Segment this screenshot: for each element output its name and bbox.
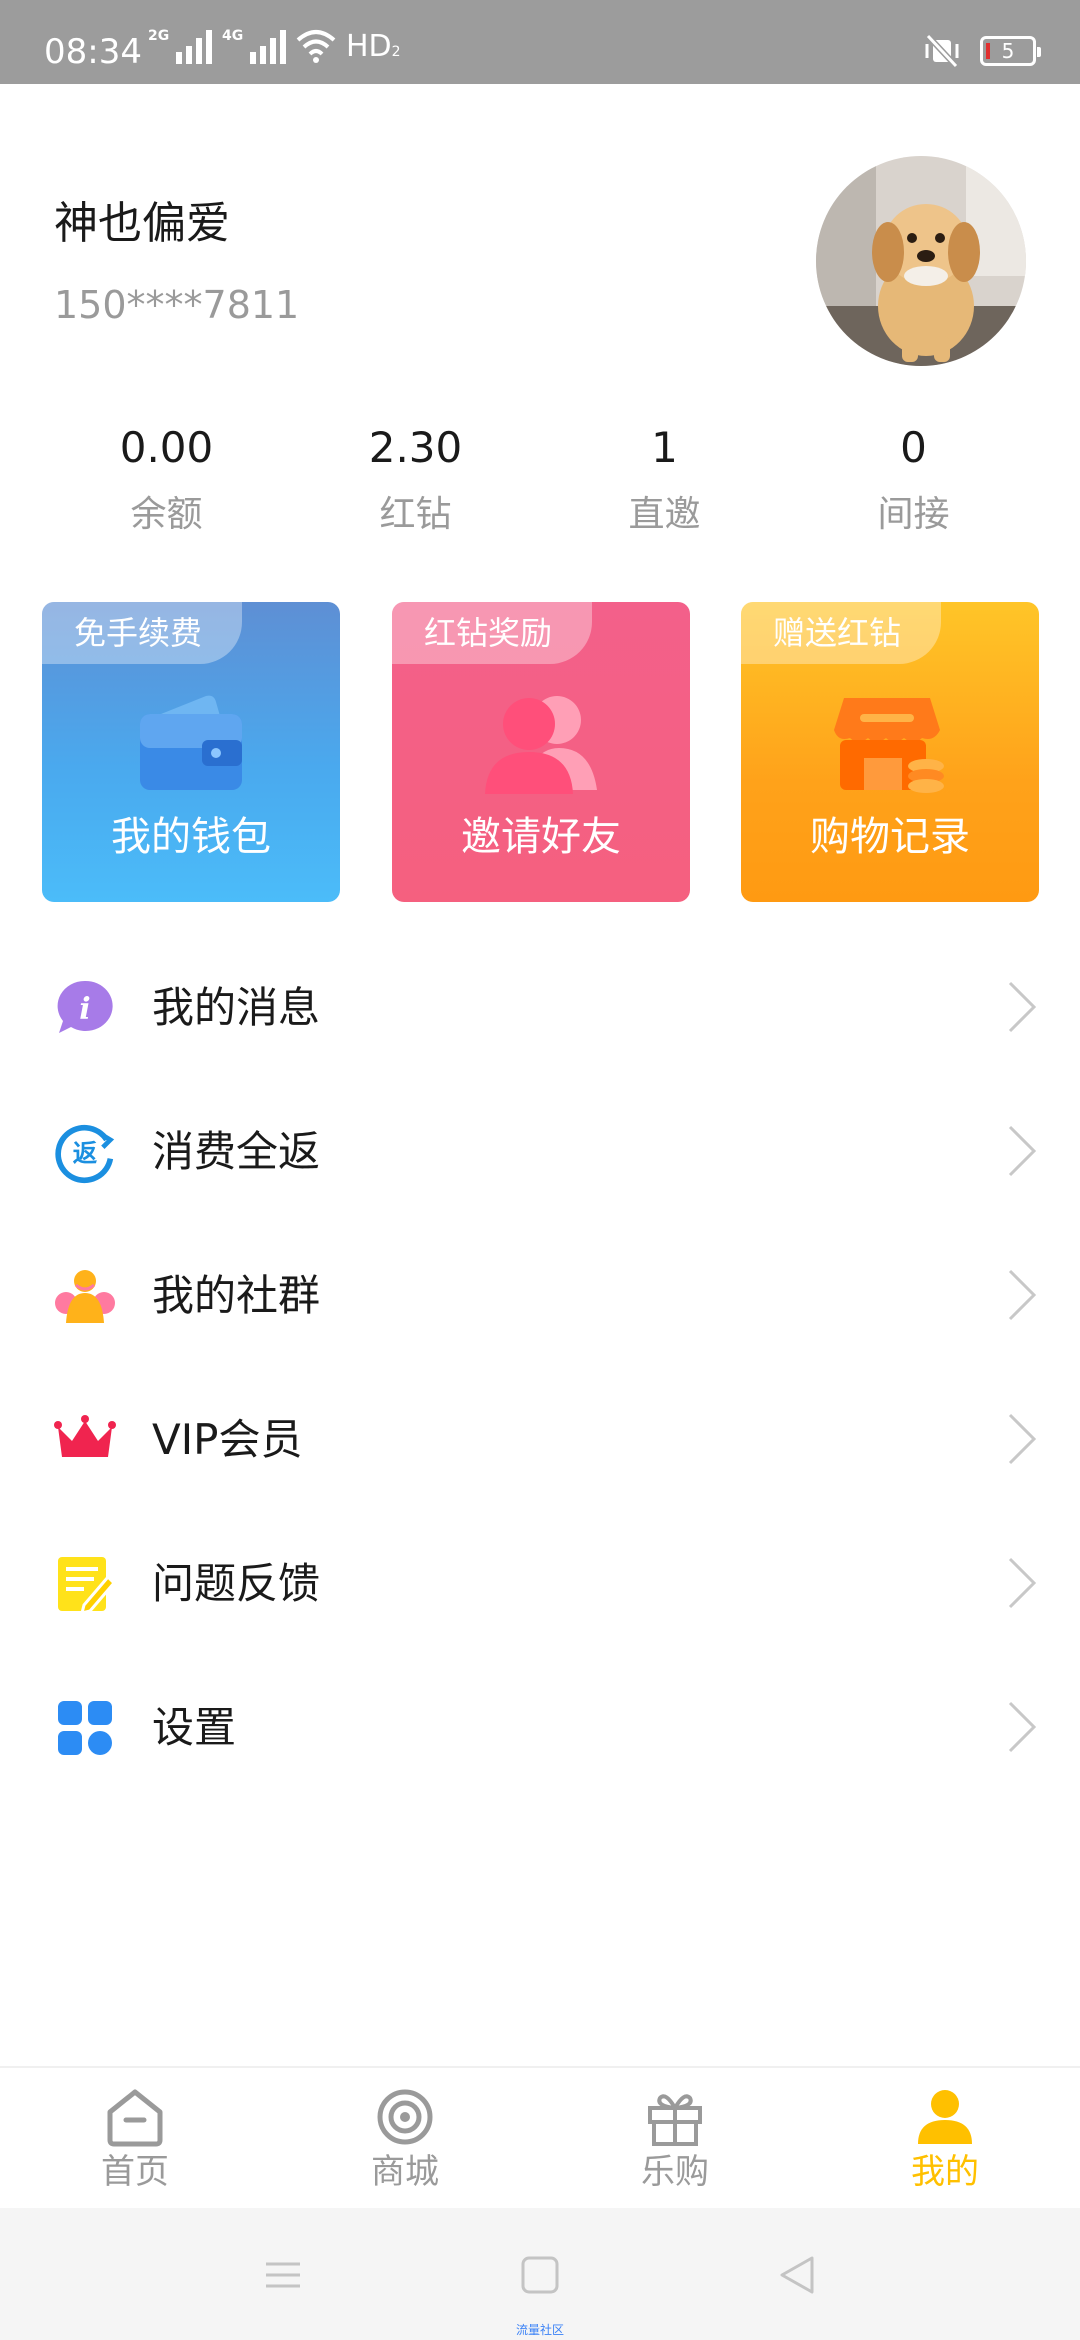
wallet-card[interactable]: 免手续费 我的钱包 xyxy=(42,602,340,902)
battery-icon: 5 xyxy=(980,36,1041,66)
status-bar: 08:34 2G 4G HD2 5 xyxy=(0,0,1080,84)
nav-home[interactable]: 首页 xyxy=(0,2068,270,2208)
nav-label: 首页 xyxy=(101,2152,169,2192)
feedback-icon xyxy=(54,1553,116,1615)
bottom-nav: 首页 商城 乐购 我的 xyxy=(0,2066,1080,2208)
menu-item-messages[interactable]: i 我的消息 xyxy=(0,935,1080,1079)
nav-legou[interactable]: 乐购 xyxy=(540,2068,810,2208)
stat-label: 余额 xyxy=(130,494,203,535)
chevron-right-icon xyxy=(1008,981,1037,1033)
stat-label: 直邀 xyxy=(628,494,701,535)
stat-balance[interactable]: 0.00 余额 xyxy=(42,420,291,540)
system-caption: 流量社区 xyxy=(515,2323,564,2337)
chevron-right-icon xyxy=(1008,1413,1037,1465)
network-indicators: 2G 4G HD2 xyxy=(148,28,401,64)
menu-list: i 我的消息 返 消费全返 我的社群 VIP会员 问题反馈 设置 xyxy=(0,935,1080,1799)
menu-item-community[interactable]: 我的社群 xyxy=(0,1223,1080,1367)
chevron-right-icon xyxy=(1008,1125,1037,1177)
user-icon xyxy=(918,2090,972,2144)
nav-mine[interactable]: 我的 xyxy=(810,2068,1080,2208)
menu-label: 我的消息 xyxy=(152,983,321,1032)
menu-label: 消费全返 xyxy=(152,1127,321,1176)
system-nav-bar xyxy=(0,2208,1080,2340)
shopping-records-card[interactable]: 赠送红钻 购物记录 xyxy=(741,602,1039,902)
wifi-icon xyxy=(296,30,336,63)
nav-mall[interactable]: 商城 xyxy=(270,2068,540,2208)
card-title: 我的钱包 xyxy=(111,814,271,860)
card-tag: 免手续费 xyxy=(42,602,243,664)
svg-text:返: 返 xyxy=(73,1138,98,1167)
chevron-right-icon xyxy=(1008,1557,1037,1609)
menu-label: 问题反馈 xyxy=(152,1559,321,1608)
mall-icon xyxy=(377,2089,433,2145)
wallet-icon xyxy=(140,695,242,790)
nav-label: 我的 xyxy=(911,2152,979,2192)
invite-friends-card[interactable]: 红钻奖励 邀请好友 xyxy=(392,602,690,902)
home-square-icon[interactable] xyxy=(519,2254,561,2296)
rebate-icon: 返 xyxy=(54,1121,116,1184)
nav-label: 商城 xyxy=(371,2152,439,2192)
shop-icon xyxy=(834,698,944,793)
menu-item-feedback[interactable]: 问题反馈 xyxy=(0,1511,1080,1655)
hd-indicator: HD2 xyxy=(346,28,401,64)
stat-value: 1 xyxy=(651,423,678,472)
stat-value: 2.30 xyxy=(368,423,463,472)
card-title: 购物记录 xyxy=(810,814,970,860)
community-icon xyxy=(54,1265,116,1327)
info-icon: i xyxy=(54,977,116,1039)
chevron-right-icon xyxy=(1008,1701,1037,1753)
status-time: 08:34 xyxy=(44,32,142,72)
back-triangle-icon[interactable] xyxy=(776,2254,818,2296)
card-tag: 红钻奖励 xyxy=(392,602,593,664)
signal-4g-icon: 4G xyxy=(222,28,286,64)
stat-direct-invites[interactable]: 1 直邀 xyxy=(540,420,789,540)
menu-item-rebate[interactable]: 返 消费全返 xyxy=(0,1079,1080,1223)
stat-label: 红钻 xyxy=(379,494,452,535)
vibrate-mute-icon xyxy=(925,34,959,68)
svg-text:i: i xyxy=(79,992,90,1027)
crown-icon xyxy=(54,1409,116,1471)
stats-row: 0.00 余额 2.30 红钻 1 直邀 0 间接 xyxy=(0,420,1080,540)
avatar[interactable] xyxy=(816,156,1026,366)
stat-indirect-invites[interactable]: 0 间接 xyxy=(789,420,1038,540)
menu-label: 设置 xyxy=(152,1703,237,1752)
home-icon xyxy=(107,2089,163,2147)
friends-icon xyxy=(485,696,597,794)
puppy-avatar-image xyxy=(816,156,1026,366)
menu-label: 我的社群 xyxy=(152,1271,321,1320)
nav-label: 乐购 xyxy=(641,2152,709,2192)
menu-item-settings[interactable]: 设置 xyxy=(0,1655,1080,1799)
signal-2g-icon: 2G xyxy=(148,28,212,64)
menu-icon[interactable] xyxy=(262,2254,304,2296)
chevron-right-icon xyxy=(1008,1269,1037,1321)
stat-value: 0 xyxy=(900,423,927,472)
gift-icon xyxy=(648,2094,702,2146)
status-right: 5 xyxy=(922,34,1041,68)
profile-phone: 150****7811 xyxy=(54,283,300,327)
stat-label: 间接 xyxy=(877,494,950,535)
card-tag: 赠送红钻 xyxy=(741,602,942,664)
stat-red-diamond[interactable]: 2.30 红钻 xyxy=(291,420,540,540)
stat-value: 0.00 xyxy=(119,423,214,472)
card-title: 邀请好友 xyxy=(461,814,621,860)
settings-icon xyxy=(54,1697,116,1759)
profile-name: 神也偏爱 xyxy=(54,198,230,249)
menu-item-vip[interactable]: VIP会员 xyxy=(0,1367,1080,1511)
menu-label: VIP会员 xyxy=(152,1415,303,1464)
